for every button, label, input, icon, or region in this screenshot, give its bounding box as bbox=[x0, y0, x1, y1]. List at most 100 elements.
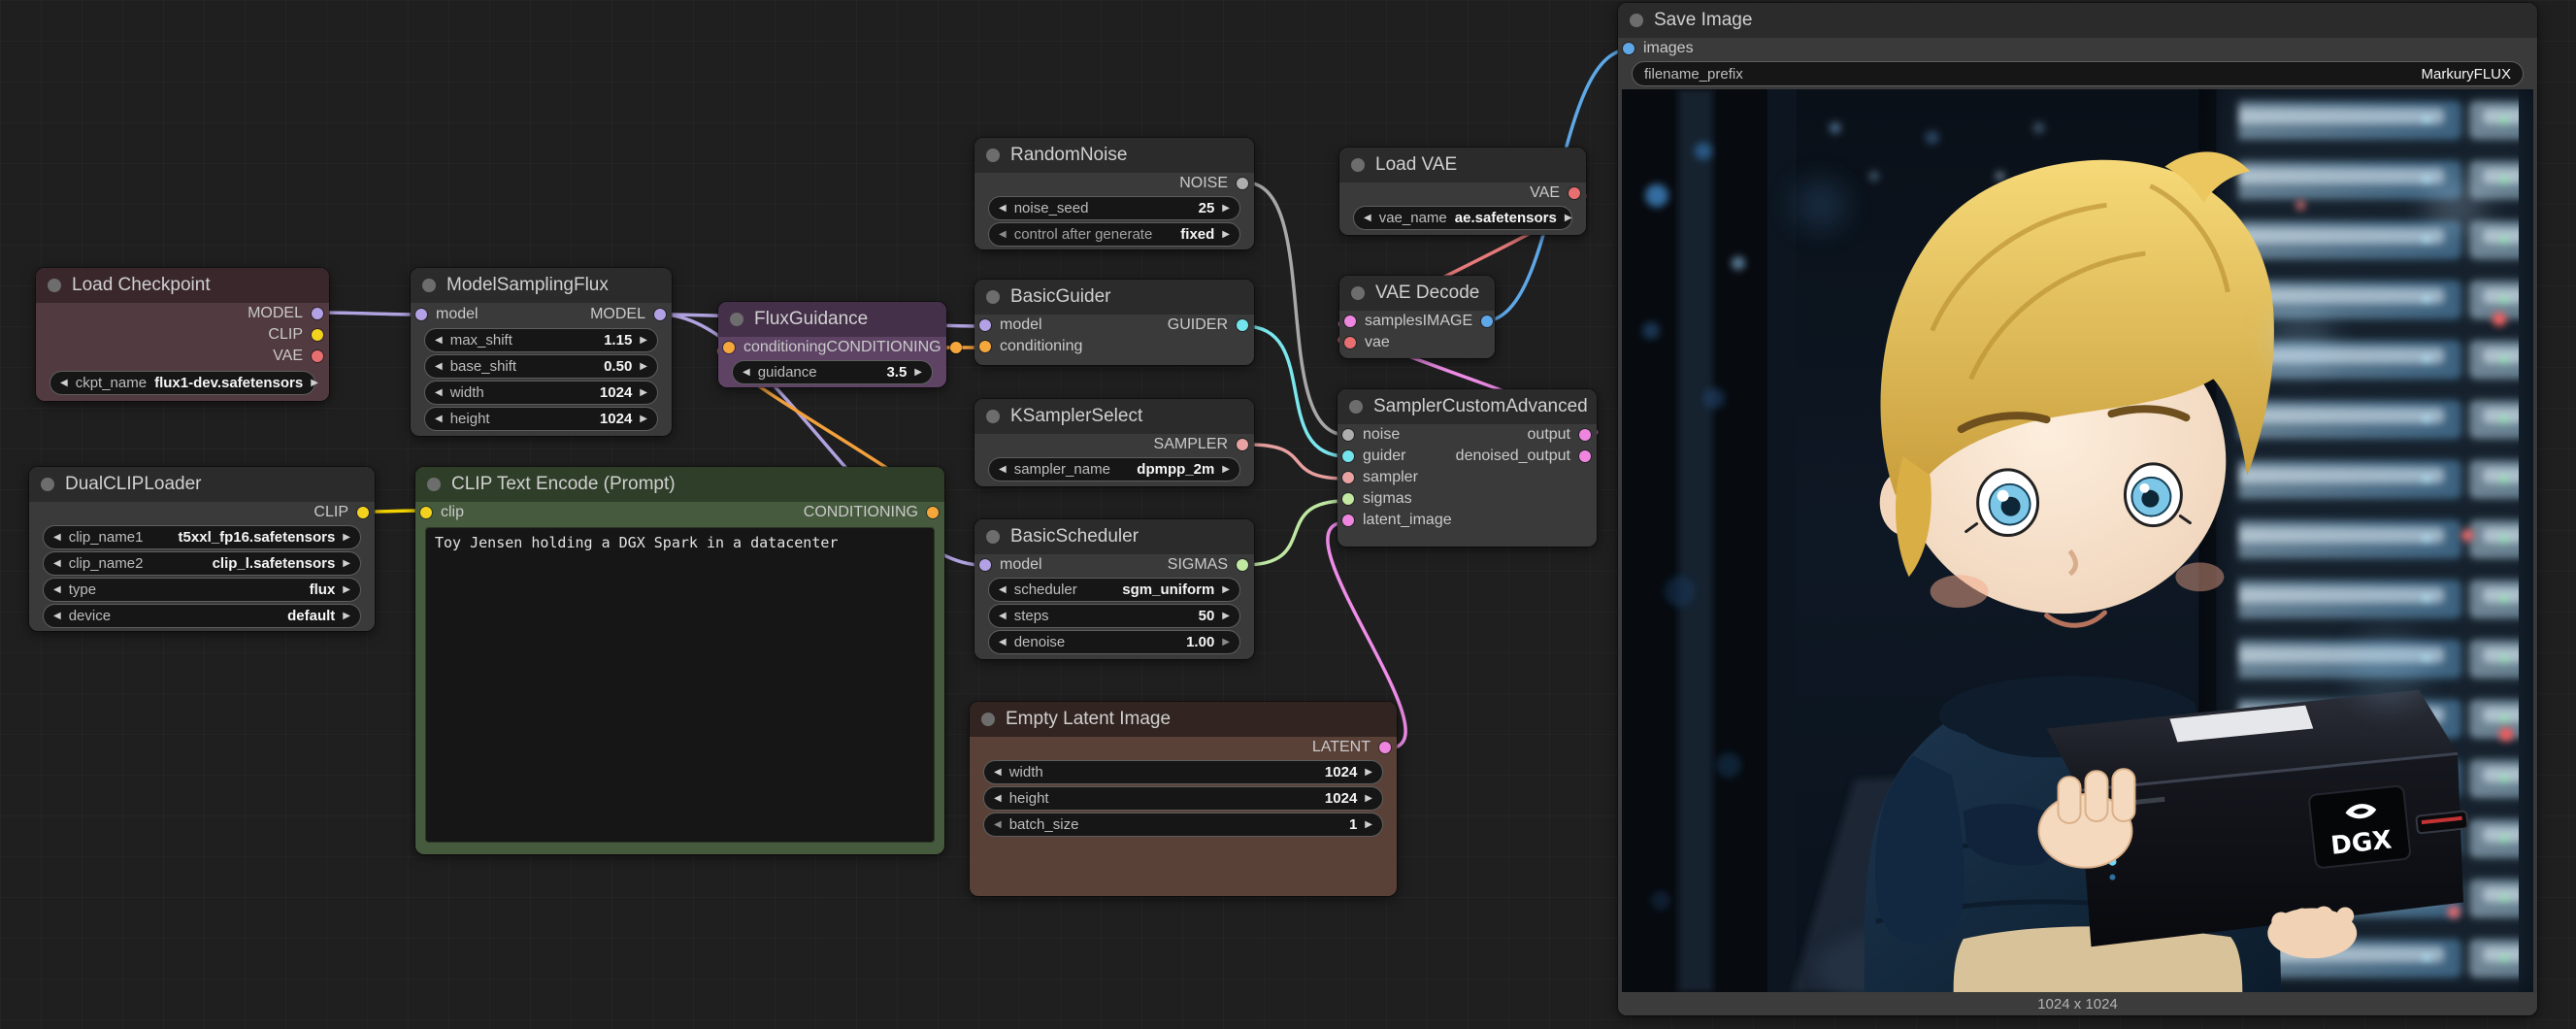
prompt-textarea[interactable]: Toy Jensen holding a DGX Spark in a data… bbox=[425, 527, 935, 843]
increment-arrow-icon[interactable]: ▶ bbox=[343, 585, 350, 595]
increment-arrow-icon[interactable]: ▶ bbox=[343, 533, 350, 543]
input-port-sampler[interactable] bbox=[1342, 472, 1354, 483]
output-port-noise[interactable] bbox=[1237, 178, 1248, 189]
collapse-dot[interactable] bbox=[1630, 14, 1643, 27]
input-port-model[interactable] bbox=[415, 309, 427, 320]
node-basic-guider[interactable]: BasicGuider model GUIDER conditioning bbox=[974, 280, 1254, 365]
decrement-arrow-icon[interactable]: ◀ bbox=[53, 585, 61, 595]
node-empty-latent-image[interactable]: Empty Latent Image LATENT ◀ width 1024 ▶… bbox=[970, 702, 1397, 896]
node-header[interactable]: KSamplerSelect bbox=[974, 399, 1254, 434]
output-port-conditioning[interactable] bbox=[950, 342, 962, 353]
output-port-vae[interactable] bbox=[312, 350, 323, 362]
decrement-arrow-icon[interactable]: ◀ bbox=[999, 204, 1007, 214]
input-port-images[interactable] bbox=[1623, 43, 1635, 54]
node-basic-scheduler[interactable]: BasicScheduler model SIGMAS ◀ scheduler … bbox=[974, 519, 1254, 659]
node-header[interactable]: BasicGuider bbox=[974, 280, 1254, 315]
increment-arrow-icon[interactable]: ▶ bbox=[914, 368, 922, 378]
node-header[interactable]: Load Checkpoint bbox=[36, 268, 329, 303]
output-port-image[interactable] bbox=[1481, 315, 1493, 327]
decrement-arrow-icon[interactable]: ◀ bbox=[435, 415, 443, 424]
input-port-clip[interactable] bbox=[420, 507, 432, 518]
input-port-noise[interactable] bbox=[1342, 429, 1354, 441]
output-port-conditioning[interactable] bbox=[927, 507, 939, 518]
decrement-arrow-icon[interactable]: ◀ bbox=[999, 638, 1007, 647]
increment-arrow-icon[interactable]: ▶ bbox=[1222, 204, 1230, 214]
input-port-vae[interactable] bbox=[1344, 337, 1356, 349]
input-port-model[interactable] bbox=[979, 559, 991, 571]
collapse-dot[interactable] bbox=[986, 290, 1000, 304]
node-sampler-custom-advanced[interactable]: SamplerCustomAdvanced noise output guide… bbox=[1338, 389, 1597, 547]
input-port-samples[interactable] bbox=[1344, 315, 1356, 327]
output-port-latent[interactable] bbox=[1379, 742, 1391, 753]
output-port-clip[interactable] bbox=[312, 329, 323, 341]
widget-ckpt-name[interactable]: ◀ ckpt_name flux1-dev.safetensors ▶ bbox=[50, 371, 315, 395]
input-port-sigmas[interactable] bbox=[1342, 493, 1354, 505]
decrement-arrow-icon[interactable]: ◀ bbox=[999, 465, 1007, 475]
collapse-dot[interactable] bbox=[427, 478, 441, 491]
output-port-denoised-output[interactable] bbox=[1579, 450, 1591, 462]
decrement-arrow-icon[interactable]: ◀ bbox=[53, 559, 61, 569]
collapse-dot[interactable] bbox=[1351, 158, 1365, 172]
widget-denoise[interactable]: ◀ denoise 1.00 ▶ bbox=[988, 630, 1240, 654]
decrement-arrow-icon[interactable]: ◀ bbox=[999, 230, 1007, 240]
node-header[interactable]: Empty Latent Image bbox=[970, 702, 1397, 737]
collapse-dot[interactable] bbox=[48, 279, 61, 292]
decrement-arrow-icon[interactable]: ◀ bbox=[53, 612, 61, 621]
increment-arrow-icon[interactable]: ▶ bbox=[640, 388, 647, 398]
widget-steps[interactable]: ◀ steps 50 ▶ bbox=[988, 604, 1240, 628]
widget-batch-size[interactable]: ◀ batch_size 1 ▶ bbox=[983, 813, 1383, 837]
node-ksampler-select[interactable]: KSamplerSelect SAMPLER ◀ sampler_name dp… bbox=[974, 399, 1254, 486]
node-header[interactable]: Load VAE bbox=[1339, 148, 1586, 183]
node-header[interactable]: ModelSamplingFlux bbox=[411, 268, 672, 303]
widget-noise-seed[interactable]: ◀ noise_seed 25 ▶ bbox=[988, 196, 1240, 220]
collapse-dot[interactable] bbox=[981, 713, 995, 726]
increment-arrow-icon[interactable]: ▶ bbox=[1222, 465, 1230, 475]
node-load-checkpoint[interactable]: Load Checkpoint MODEL CLIP VAE ◀ ckpt_na… bbox=[36, 268, 329, 401]
widget-type[interactable]: ◀ type flux ▶ bbox=[43, 578, 361, 602]
increment-arrow-icon[interactable]: ▶ bbox=[1365, 794, 1372, 804]
input-port-conditioning[interactable] bbox=[979, 341, 991, 352]
widget-height[interactable]: ◀ height 1024 ▶ bbox=[424, 407, 658, 431]
output-port-vae[interactable] bbox=[1569, 187, 1580, 199]
widget-guidance[interactable]: ◀ guidance 3.5 ▶ bbox=[732, 360, 933, 384]
increment-arrow-icon[interactable]: ▶ bbox=[640, 415, 647, 424]
widget-control-after-generate[interactable]: ◀ control after generate fixed ▶ bbox=[988, 222, 1240, 247]
collapse-dot[interactable] bbox=[1349, 400, 1363, 414]
widget-scheduler[interactable]: ◀ scheduler sgm_uniform ▶ bbox=[988, 578, 1240, 602]
node-save-image[interactable]: Save Image images filename_prefix Markur… bbox=[1618, 3, 2537, 1015]
decrement-arrow-icon[interactable]: ◀ bbox=[1364, 214, 1371, 223]
decrement-arrow-icon[interactable]: ◀ bbox=[435, 362, 443, 372]
decrement-arrow-icon[interactable]: ◀ bbox=[994, 768, 1002, 778]
increment-arrow-icon[interactable]: ▶ bbox=[1565, 214, 1572, 223]
node-header[interactable]: CLIP Text Encode (Prompt) bbox=[415, 467, 944, 502]
input-port-latent-image[interactable] bbox=[1342, 514, 1354, 526]
increment-arrow-icon[interactable]: ▶ bbox=[1222, 612, 1230, 621]
output-port-sigmas[interactable] bbox=[1237, 559, 1248, 571]
widget-clip-name1[interactable]: ◀ clip_name1 t5xxl_fp16.safetensors ▶ bbox=[43, 525, 361, 549]
collapse-dot[interactable] bbox=[41, 478, 54, 491]
increment-arrow-icon[interactable]: ▶ bbox=[343, 559, 350, 569]
widget-width[interactable]: ◀ width 1024 ▶ bbox=[424, 381, 658, 405]
input-port-guider[interactable] bbox=[1342, 450, 1354, 462]
increment-arrow-icon[interactable]: ▶ bbox=[1222, 585, 1230, 595]
widget-height[interactable]: ◀ height 1024 ▶ bbox=[983, 786, 1383, 811]
node-vae-decode[interactable]: VAE Decode samples IMAGE vae bbox=[1339, 276, 1495, 358]
node-model-sampling-flux[interactable]: ModelSamplingFlux model MODEL ◀ max_shif… bbox=[411, 268, 672, 436]
increment-arrow-icon[interactable]: ▶ bbox=[640, 362, 647, 372]
node-random-noise[interactable]: RandomNoise NOISE ◀ noise_seed 25 ▶ ◀ co… bbox=[974, 138, 1254, 249]
node-header[interactable]: BasicScheduler bbox=[974, 519, 1254, 554]
collapse-dot[interactable] bbox=[986, 530, 1000, 544]
widget-base-shift[interactable]: ◀ base_shift 0.50 ▶ bbox=[424, 354, 658, 379]
collapse-dot[interactable] bbox=[422, 279, 436, 292]
input-port-model[interactable] bbox=[979, 319, 991, 331]
decrement-arrow-icon[interactable]: ◀ bbox=[743, 368, 750, 378]
widget-device[interactable]: ◀ device default ▶ bbox=[43, 604, 361, 628]
node-clip-text-encode[interactable]: CLIP Text Encode (Prompt) clip CONDITION… bbox=[415, 467, 944, 854]
widget-filename-prefix[interactable]: filename_prefix MarkuryFLUX bbox=[1632, 61, 2524, 86]
increment-arrow-icon[interactable]: ▶ bbox=[1365, 768, 1372, 778]
node-graph-canvas[interactable]: Load Checkpoint MODEL CLIP VAE ◀ ckpt_na… bbox=[0, 0, 2576, 1029]
collapse-dot[interactable] bbox=[986, 149, 1000, 162]
widget-clip-name2[interactable]: ◀ clip_name2 clip_l.safetensors ▶ bbox=[43, 551, 361, 576]
widget-vae-name[interactable]: ◀ vae_name ae.safetensors ▶ bbox=[1353, 206, 1572, 230]
output-port-output[interactable] bbox=[1579, 429, 1591, 441]
